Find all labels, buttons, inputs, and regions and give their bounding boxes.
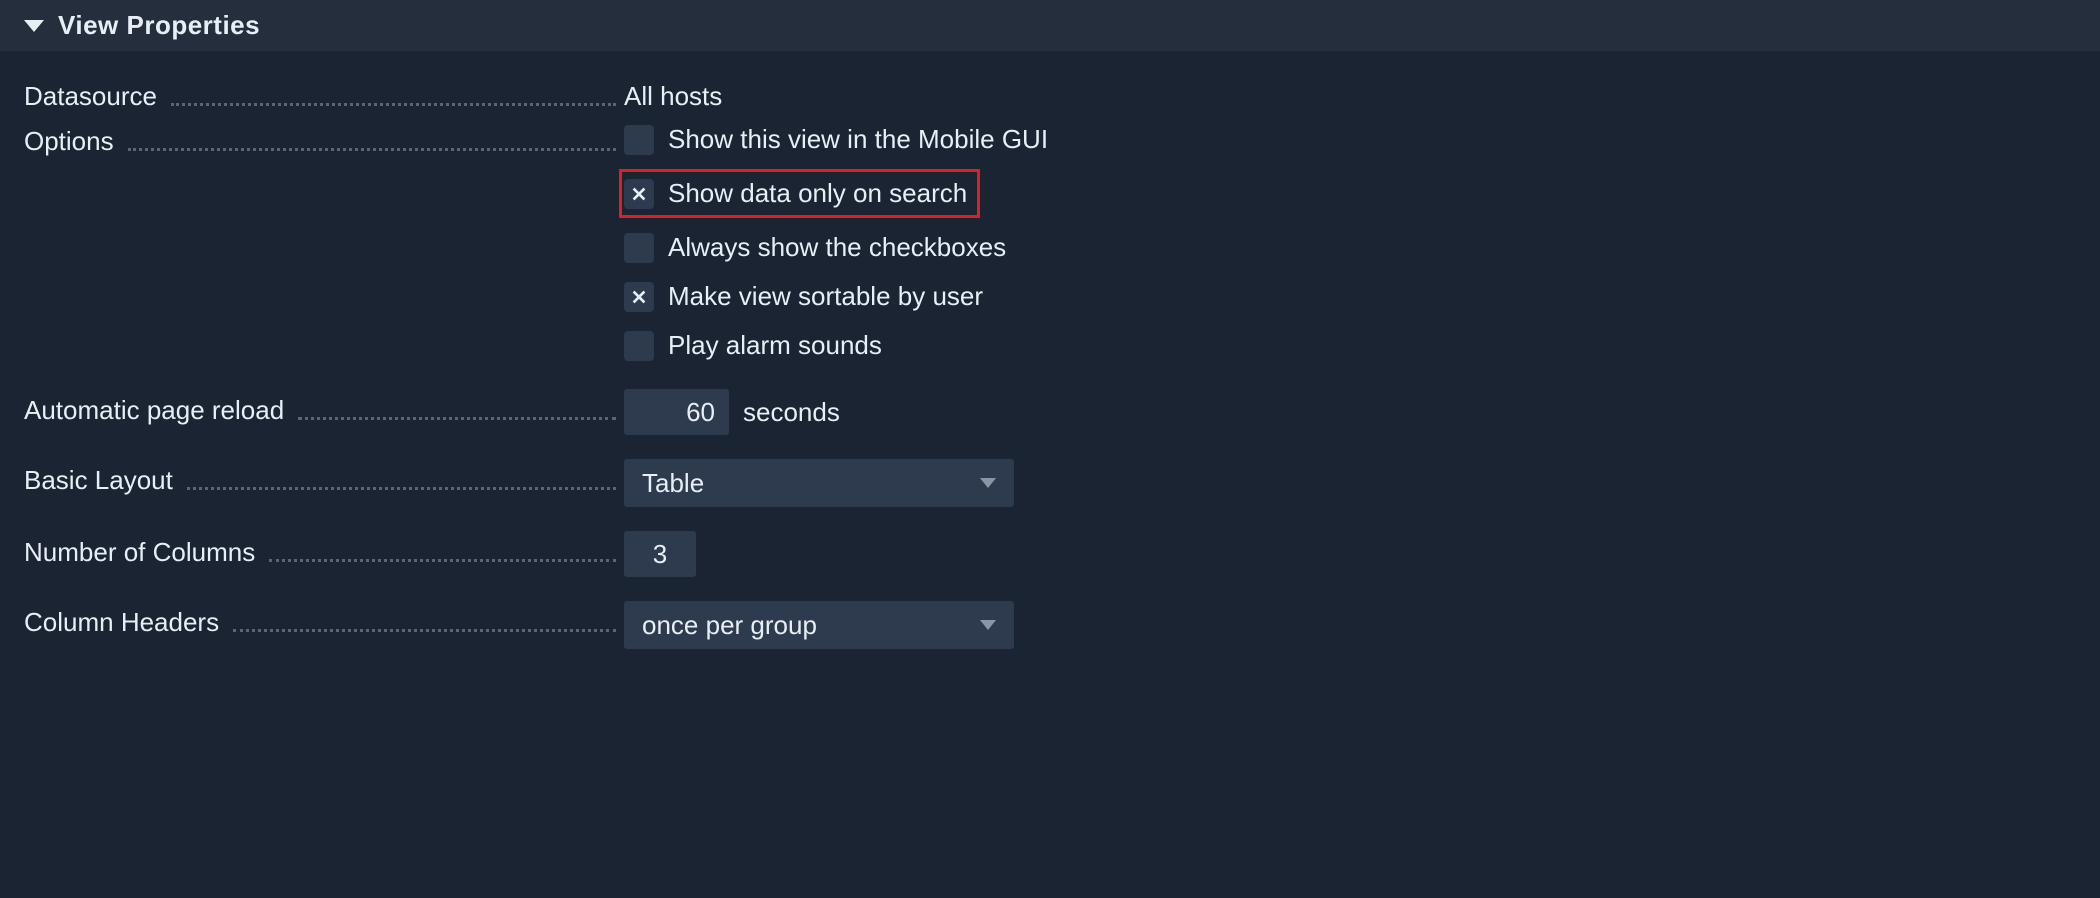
row-column-headers: Column Headers once per group — [24, 601, 2076, 649]
collapse-icon — [24, 20, 44, 32]
option-row: Play alarm sounds — [624, 326, 2076, 365]
dot-leader — [269, 543, 616, 563]
panel-header[interactable]: View Properties — [0, 0, 2100, 51]
x-icon — [630, 288, 648, 306]
option-label: Show this view in the Mobile GUI — [668, 124, 1048, 155]
option-row: Always show the checkboxes — [624, 228, 2076, 267]
dot-leader — [171, 87, 616, 107]
option-label: Show data only on search — [668, 178, 967, 209]
option-row: Make view sortable by user — [624, 277, 2076, 316]
headers-select[interactable]: once per group — [624, 601, 1014, 649]
checkbox[interactable] — [624, 282, 654, 312]
layout-select[interactable]: Table — [624, 459, 1014, 507]
columns-label: Number of Columns — [24, 537, 255, 568]
chevron-down-icon — [980, 620, 996, 630]
row-num-columns: Number of Columns — [24, 531, 2076, 577]
dot-leader — [298, 401, 616, 421]
dot-leader — [187, 471, 616, 491]
option-row: Show data only on search — [619, 169, 980, 218]
panel-title: View Properties — [58, 10, 260, 41]
row-datasource: Datasource All hosts — [24, 75, 2076, 112]
options-label: Options — [24, 126, 114, 157]
option-label: Always show the checkboxes — [668, 232, 1006, 263]
reload-input[interactable] — [624, 389, 729, 435]
row-basic-layout: Basic Layout Table — [24, 459, 2076, 507]
option-row: Show this view in the Mobile GUI — [624, 120, 2076, 159]
reload-label: Automatic page reload — [24, 395, 284, 426]
datasource-label: Datasource — [24, 81, 157, 112]
row-page-reload: Automatic page reload seconds — [24, 389, 2076, 435]
checkbox[interactable] — [624, 179, 654, 209]
checkbox[interactable] — [624, 125, 654, 155]
layout-select-value: Table — [642, 468, 704, 499]
datasource-value: All hosts — [624, 75, 2076, 112]
row-options: Options Show this view in the Mobile GUI… — [24, 120, 2076, 365]
option-label: Play alarm sounds — [668, 330, 882, 361]
headers-label: Column Headers — [24, 607, 219, 638]
columns-input[interactable] — [624, 531, 696, 577]
layout-label: Basic Layout — [24, 465, 173, 496]
option-label: Make view sortable by user — [668, 281, 983, 312]
chevron-down-icon — [980, 478, 996, 488]
dot-leader — [128, 132, 616, 152]
checkbox[interactable] — [624, 233, 654, 263]
x-icon — [630, 185, 648, 203]
dot-leader — [233, 613, 616, 633]
headers-select-value: once per group — [642, 610, 817, 641]
reload-unit: seconds — [743, 397, 840, 428]
checkbox[interactable] — [624, 331, 654, 361]
